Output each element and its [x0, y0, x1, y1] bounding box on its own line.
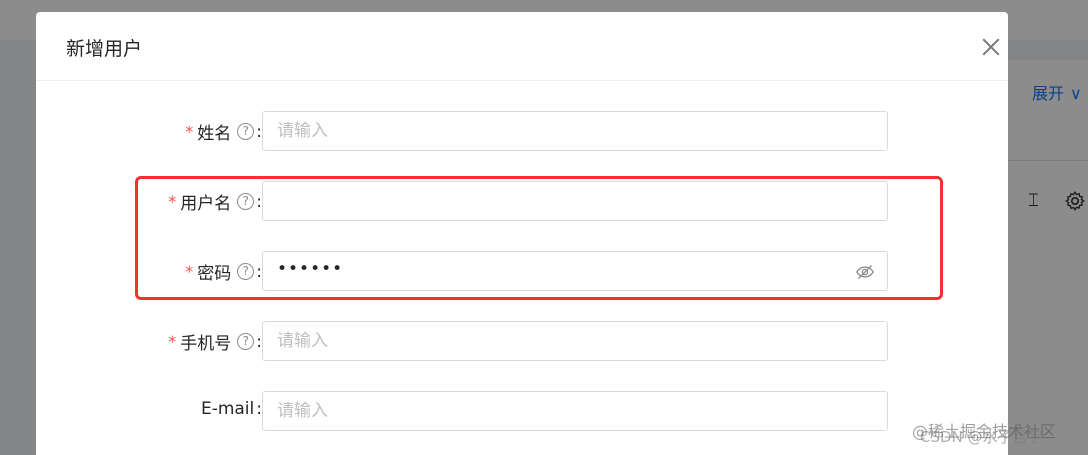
field-label-name: * 姓名 ? : [185, 119, 262, 145]
modal-title: 新增用户 [66, 38, 143, 60]
form-row-phone: * 手机号 ? : [36, 321, 1008, 361]
highlight-box [135, 176, 943, 300]
close-icon[interactable] [982, 38, 1000, 56]
field-label-email: E-mail : [201, 399, 262, 419]
field-label-text: E-mail [200, 399, 255, 419]
question-circle-icon[interactable]: ? [237, 123, 255, 140]
name-input[interactable] [262, 111, 888, 151]
field-label-phone: * 手机号 ? : [168, 329, 262, 355]
field-label-text: 姓名 [197, 124, 232, 144]
form-row-email: E-mail : [36, 391, 1008, 431]
question-circle-icon[interactable]: ? [237, 333, 255, 350]
watermark-csdn: CSDN @水子哲宇 [920, 428, 1043, 446]
required-mark: * [185, 122, 194, 141]
field-label-text: 手机号 [180, 334, 232, 354]
modal-header: 新增用户 [36, 12, 1008, 81]
required-mark: * [168, 332, 177, 351]
email-input[interactable] [262, 391, 888, 431]
form-row-name: * 姓名 ? : [36, 111, 1008, 151]
phone-input[interactable] [262, 321, 888, 361]
